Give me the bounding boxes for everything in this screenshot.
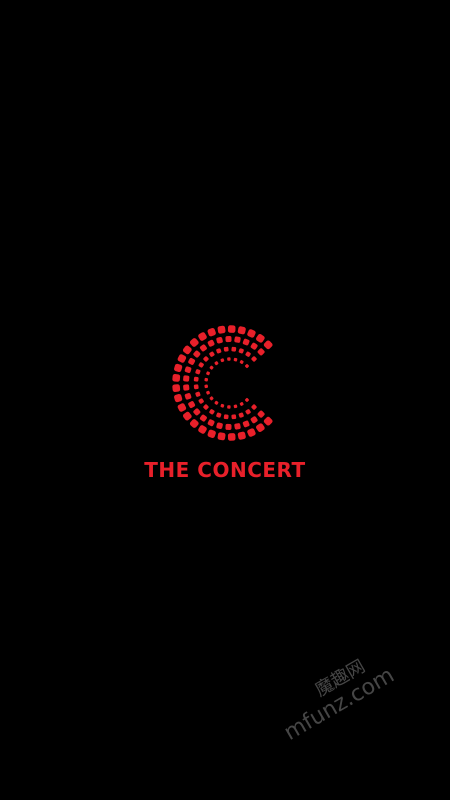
brand-logo bbox=[170, 322, 286, 444]
logo-dot bbox=[209, 365, 214, 370]
logo-dot bbox=[251, 356, 257, 362]
logo-dot bbox=[172, 384, 181, 392]
logo-dot bbox=[237, 326, 246, 335]
logo-dot bbox=[216, 348, 222, 354]
logo-dot bbox=[209, 409, 215, 415]
logo-dot bbox=[223, 346, 229, 352]
logo-dot bbox=[251, 404, 257, 410]
logo-dot bbox=[227, 325, 236, 333]
logo-dot bbox=[245, 409, 251, 415]
logo-dot bbox=[203, 356, 209, 362]
logo-dot bbox=[204, 377, 209, 382]
logo-dot bbox=[214, 361, 219, 366]
logo-dot bbox=[184, 366, 192, 373]
logo-dot bbox=[239, 402, 244, 406]
logo-dot bbox=[237, 431, 246, 440]
logo-dot bbox=[193, 350, 201, 358]
logo-dot bbox=[198, 332, 207, 341]
logo-dot bbox=[195, 391, 201, 397]
logo-dot bbox=[182, 345, 192, 355]
logo-dot bbox=[225, 423, 232, 431]
logo-dot bbox=[244, 364, 249, 369]
logo-dot bbox=[209, 396, 214, 401]
logo-dot bbox=[220, 403, 225, 408]
logo-dot bbox=[247, 329, 256, 338]
logo-dot bbox=[216, 412, 222, 418]
logo-dot bbox=[198, 425, 207, 434]
logo-dot bbox=[227, 357, 231, 361]
logo-dot bbox=[188, 358, 196, 365]
logo-dot bbox=[174, 393, 183, 403]
logo-dot bbox=[217, 325, 226, 334]
logo-dot bbox=[183, 375, 190, 382]
logo-dot bbox=[203, 404, 209, 410]
logo-dot bbox=[256, 423, 265, 432]
logo-dot bbox=[250, 342, 258, 350]
logo-dot bbox=[242, 420, 250, 428]
watermark: 魔趣网 mfunz.com bbox=[268, 643, 422, 790]
logo-dot bbox=[195, 369, 201, 375]
logo-dot bbox=[256, 334, 265, 343]
logo-dot bbox=[234, 336, 241, 343]
logo-dot bbox=[189, 338, 199, 347]
logo-dot bbox=[188, 401, 196, 408]
logo-dot bbox=[174, 363, 183, 373]
logo-dot bbox=[183, 384, 190, 391]
logo-dot bbox=[199, 414, 207, 422]
logo-dot bbox=[207, 429, 216, 438]
dotted-c-logo-icon bbox=[172, 325, 273, 441]
logo-dot bbox=[238, 412, 244, 418]
logo-dot bbox=[247, 428, 256, 437]
logo-dot bbox=[220, 358, 225, 363]
logo-dot bbox=[242, 338, 250, 346]
logo-dot bbox=[245, 351, 251, 357]
logo-dot bbox=[209, 351, 215, 357]
logo-dot bbox=[206, 390, 210, 395]
logo-dot bbox=[233, 404, 238, 409]
logo-dot bbox=[193, 376, 199, 382]
logo-dot bbox=[207, 339, 215, 347]
logo-dot bbox=[263, 340, 273, 350]
logo-dot bbox=[223, 414, 229, 420]
logo-dot bbox=[206, 371, 210, 376]
logo-dot bbox=[257, 410, 265, 418]
logo-dot bbox=[193, 384, 199, 390]
logo-dot bbox=[177, 354, 187, 363]
logo-dot bbox=[227, 405, 231, 409]
logo-dot bbox=[177, 403, 187, 412]
logo-dot bbox=[214, 400, 219, 405]
logo-dot bbox=[216, 336, 223, 344]
logo-dot bbox=[207, 328, 216, 337]
logo-dot bbox=[182, 411, 192, 421]
logo-dot bbox=[231, 414, 237, 420]
logo-dot bbox=[231, 346, 237, 352]
logo-dot bbox=[225, 335, 232, 343]
logo-dot bbox=[199, 344, 207, 352]
logo-dot bbox=[244, 397, 249, 402]
logo-dot bbox=[207, 419, 215, 427]
logo-dot bbox=[217, 432, 226, 441]
logo-dot bbox=[239, 360, 244, 364]
logo-dot bbox=[198, 362, 204, 368]
logo-dot bbox=[204, 384, 209, 389]
logo-dot bbox=[216, 422, 223, 430]
logo-dot bbox=[250, 416, 258, 424]
logo-dot bbox=[233, 357, 238, 362]
logo-dot bbox=[189, 419, 199, 428]
logo-dot bbox=[172, 374, 181, 382]
logo-dot bbox=[198, 398, 204, 404]
brand-name: THE CONCERT bbox=[144, 458, 306, 482]
logo-dot bbox=[263, 416, 273, 426]
logo-dot bbox=[257, 348, 265, 356]
logo-dot bbox=[234, 423, 241, 430]
logo-dot bbox=[193, 408, 201, 416]
logo-dot bbox=[238, 348, 244, 354]
splash-screen: THE CONCERT 魔趣网 mfunz.com bbox=[0, 0, 450, 800]
logo-dot bbox=[184, 393, 192, 400]
logo-dot bbox=[227, 433, 236, 441]
